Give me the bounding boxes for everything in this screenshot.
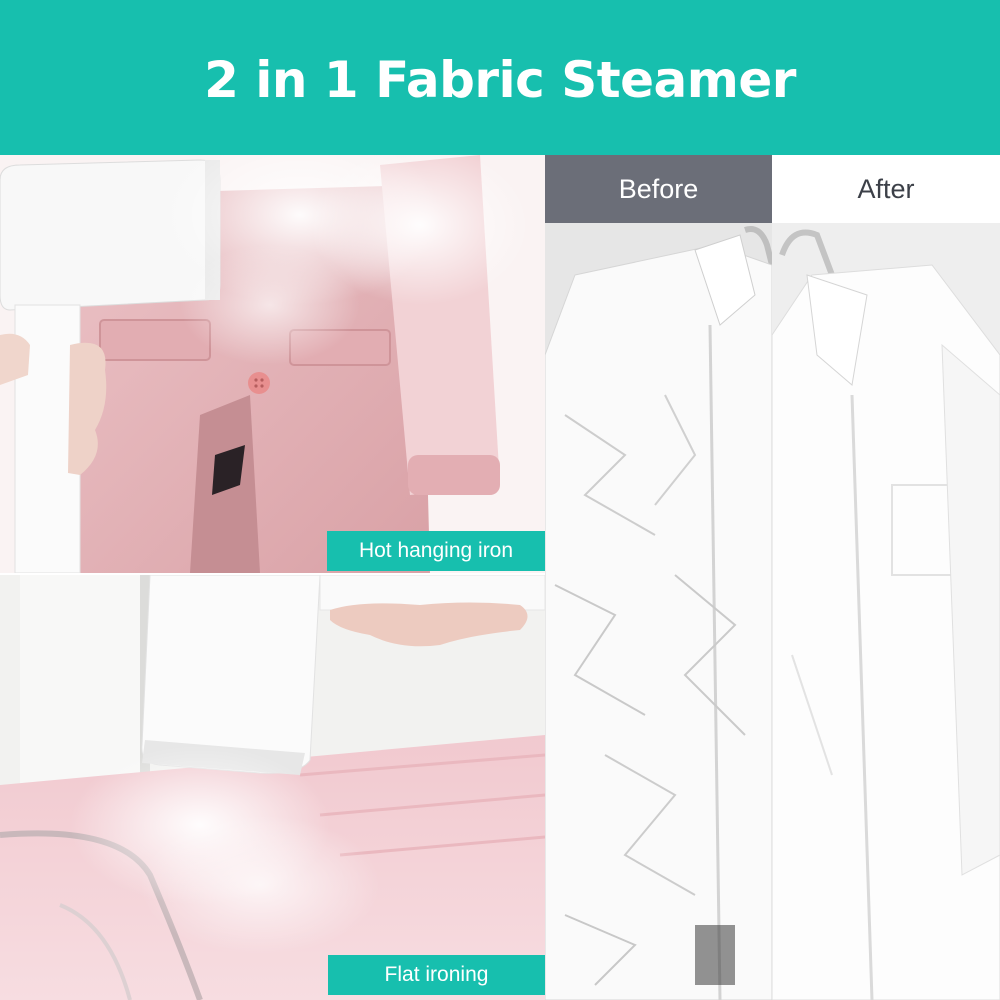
steamer-coat-illustration xyxy=(0,155,545,573)
after-header: After xyxy=(772,155,1000,223)
steamer-fabric-illustration xyxy=(0,575,545,1000)
after-photo xyxy=(772,155,1000,1000)
smooth-shirt-illustration xyxy=(772,155,1000,1000)
before-photo xyxy=(545,155,772,1000)
title-banner: 2 in 1 Fabric Steamer xyxy=(0,0,1000,155)
before-header: Before xyxy=(545,155,772,223)
product-infographic: 2 in 1 Fabric Steamer Hot hanging iron F… xyxy=(0,0,1000,1000)
hanging-iron-photo xyxy=(0,155,545,573)
flat-ironing-label: Flat ironing xyxy=(328,955,545,995)
hanging-iron-label: Hot hanging iron xyxy=(327,531,545,571)
flat-ironing-photo xyxy=(0,575,545,1000)
page-title: 2 in 1 Fabric Steamer xyxy=(204,50,796,109)
wrinkled-shirt-illustration xyxy=(545,155,772,1000)
